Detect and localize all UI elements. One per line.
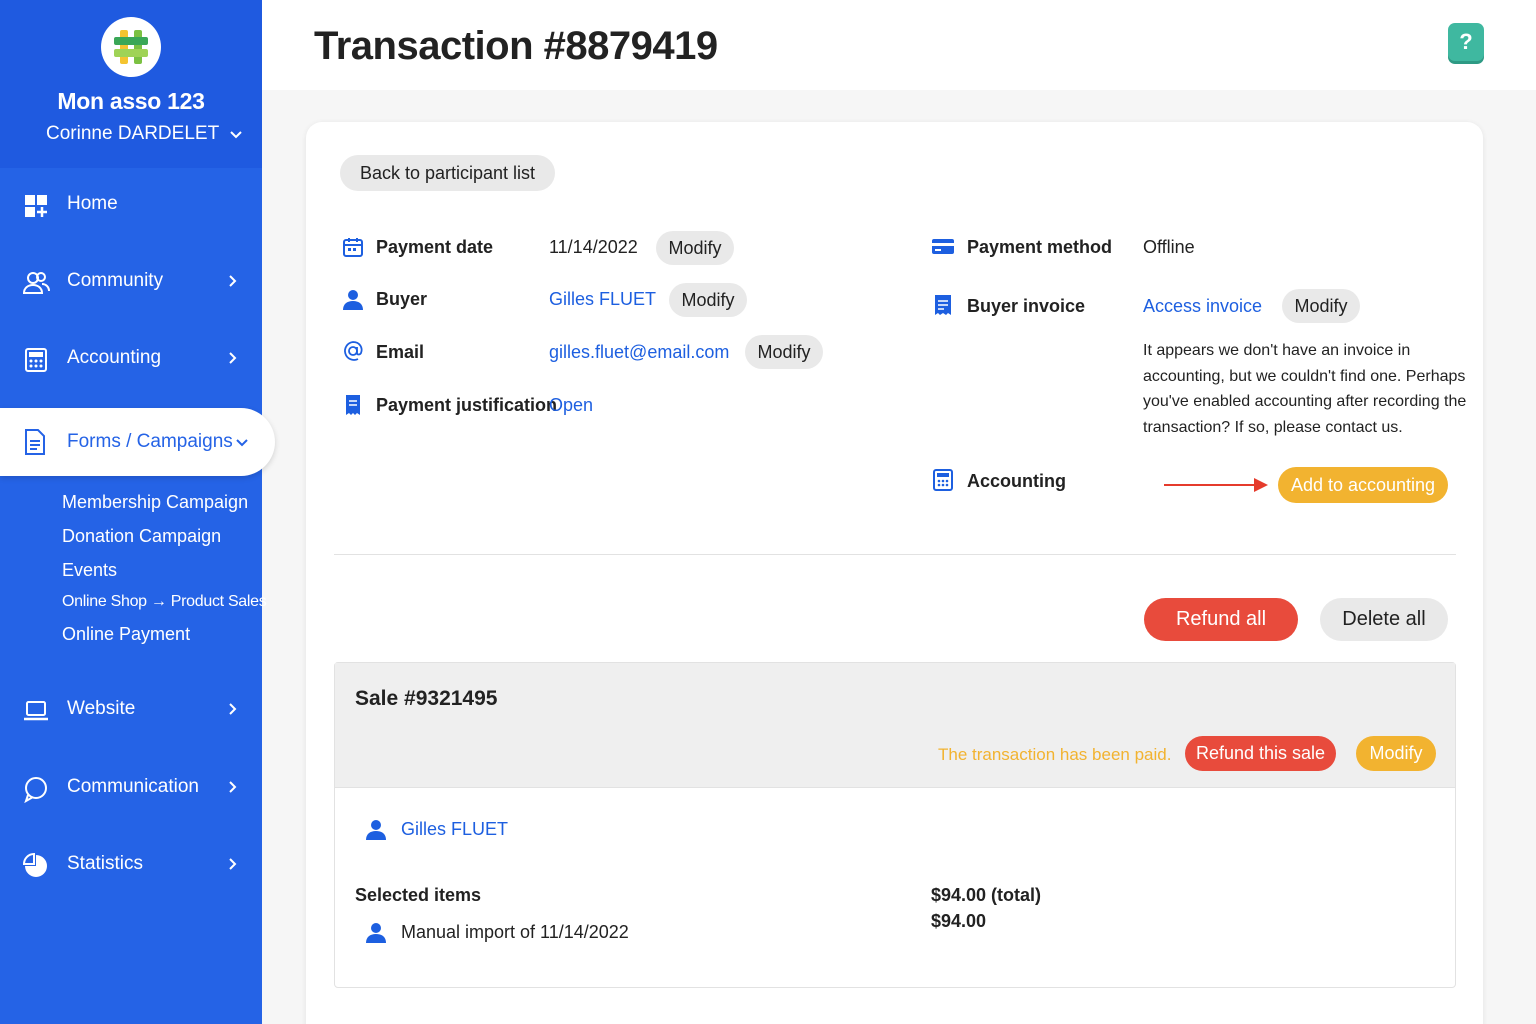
accounting-label: Accounting <box>967 471 1066 491</box>
person-icon <box>366 820 386 840</box>
justification-label: Payment justification <box>376 395 558 415</box>
modify-buyer-button[interactable]: Modify <box>669 283 747 317</box>
payment-method-label: Payment method <box>967 237 1113 257</box>
modify-date-button[interactable]: Modify <box>656 231 734 265</box>
item-price: $94.00 <box>931 911 987 931</box>
paid-status: The transaction has been paid. <box>938 745 1172 764</box>
payment-method-value: Offline <box>1143 237 1195 257</box>
chevron-right-icon <box>229 781 237 793</box>
org-header: Mon asso 123 Corinne DARDELET <box>0 0 262 168</box>
credit-card-icon <box>932 239 954 254</box>
sidebar-item-label: Website <box>67 698 136 719</box>
sub-item-online-payment[interactable]: Online Payment <box>62 624 190 645</box>
chevron-down-icon <box>230 131 242 139</box>
sidebar-item-label: Home <box>67 193 118 214</box>
selected-items-label: Selected items <box>355 885 482 905</box>
section-divider <box>334 554 1456 555</box>
calculator-icon <box>25 348 47 372</box>
modify-sale-button[interactable]: Modify <box>1356 736 1436 771</box>
buyer-invoice-label: Buyer invoice <box>967 296 1086 316</box>
pie-chart-icon <box>22 852 47 877</box>
sidebar-item-home[interactable]: Home <box>0 180 262 230</box>
calendar-icon <box>343 238 363 257</box>
sale-total: $94.00 (total) <box>931 885 1042 905</box>
modify-email-button[interactable]: Modify <box>745 335 823 369</box>
calculator-icon <box>933 469 953 491</box>
invoice-note: It appears we don't have an invoice in a… <box>1143 342 1467 436</box>
laptop-icon <box>24 701 48 721</box>
sidebar-item-website[interactable]: Website <box>0 685 262 735</box>
sidebar-item-label: Community <box>67 270 164 291</box>
delete-all-button[interactable]: Delete all <box>1320 598 1448 641</box>
sidebar-item-label: Accounting <box>67 347 162 368</box>
chat-bubble-icon <box>24 777 47 803</box>
buyer-label: Buyer <box>376 289 428 309</box>
users-icon <box>22 272 50 294</box>
sidebar-item-label: Communication <box>67 776 199 797</box>
justification-open-link[interactable]: Open <box>549 395 593 416</box>
chevron-right-icon <box>229 275 237 287</box>
modify-invoice-button[interactable]: Modify <box>1282 289 1360 323</box>
org-name: Mon asso 123 <box>57 88 205 114</box>
email-link[interactable]: gilles.fluet@email.com <box>549 342 729 363</box>
access-invoice-link[interactable]: Access invoice <box>1143 296 1262 317</box>
sub-item-events[interactable]: Events <box>62 560 117 581</box>
email-label: Email <box>376 342 425 362</box>
back-to-list-button[interactable]: Back to participant list <box>340 155 555 191</box>
sub-item-membership[interactable]: Membership Campaign <box>62 492 248 513</box>
sale-person-link[interactable]: Gilles FLUET <box>401 819 508 840</box>
invoice-icon <box>935 295 951 315</box>
hashtag-logo-icon <box>114 30 148 64</box>
payment-date-value: 11/14/2022 <box>549 237 638 257</box>
sidebar-item-accounting[interactable]: Accounting <box>0 334 262 384</box>
user-name: Corinne DARDELET <box>46 123 220 144</box>
sidebar-item-community[interactable]: Community <box>0 257 262 307</box>
page-header: Transaction #8879419 ? <box>262 0 1536 90</box>
person-icon <box>366 923 386 943</box>
add-to-accounting-button[interactable]: Add to accounting <box>1278 467 1448 503</box>
sale-panel: Sale #9321495 The transaction has been p… <box>334 662 1456 988</box>
person-icon <box>343 290 363 310</box>
sidebar-item-forms-campaigns[interactable]: Forms / Campaigns <box>0 408 275 476</box>
refund-all-button[interactable]: Refund all <box>1144 598 1298 641</box>
org-logo <box>101 17 161 77</box>
chevron-down-icon <box>236 439 248 447</box>
sale-title: Sale #9321495 <box>355 687 498 710</box>
help-button[interactable]: ? <box>1448 23 1484 61</box>
sub-item-donation[interactable]: Donation Campaign <box>62 526 221 547</box>
sidebar-item-statistics[interactable]: Statistics <box>0 840 262 890</box>
buyer-link[interactable]: Gilles FLUET <box>549 289 656 310</box>
page-title: Transaction #8879419 <box>314 24 718 68</box>
payment-date-label: Payment date <box>376 237 494 257</box>
sub-item-online-shop[interactable]: Online Shop → Product Sales <box>62 593 267 611</box>
dashboard-icon <box>25 195 47 217</box>
document-icon <box>25 429 45 455</box>
arrow-right-icon <box>1164 478 1268 492</box>
sidebar-item-communication[interactable]: Communication <box>0 763 262 813</box>
transaction-card: Back to participant list Payment date 11… <box>306 122 1483 1024</box>
chevron-right-icon <box>229 703 237 715</box>
sale-header: Sale #9321495 The transaction has been p… <box>335 663 1455 788</box>
chevron-right-icon <box>229 352 237 364</box>
chevron-right-icon <box>229 858 237 870</box>
receipt-icon <box>346 395 360 415</box>
sidebar: Mon asso 123 Corinne DARDELET Home Commu… <box>0 0 275 1024</box>
sidebar-item-label: Statistics <box>67 853 144 874</box>
at-sign-icon <box>344 341 363 361</box>
sidebar-item-label: Forms / Campaigns <box>67 431 233 452</box>
item-name: Manual import of 11/14/2022 <box>401 922 629 942</box>
user-menu[interactable]: Corinne DARDELET <box>46 122 256 146</box>
refund-sale-button[interactable]: Refund this sale <box>1185 736 1336 771</box>
